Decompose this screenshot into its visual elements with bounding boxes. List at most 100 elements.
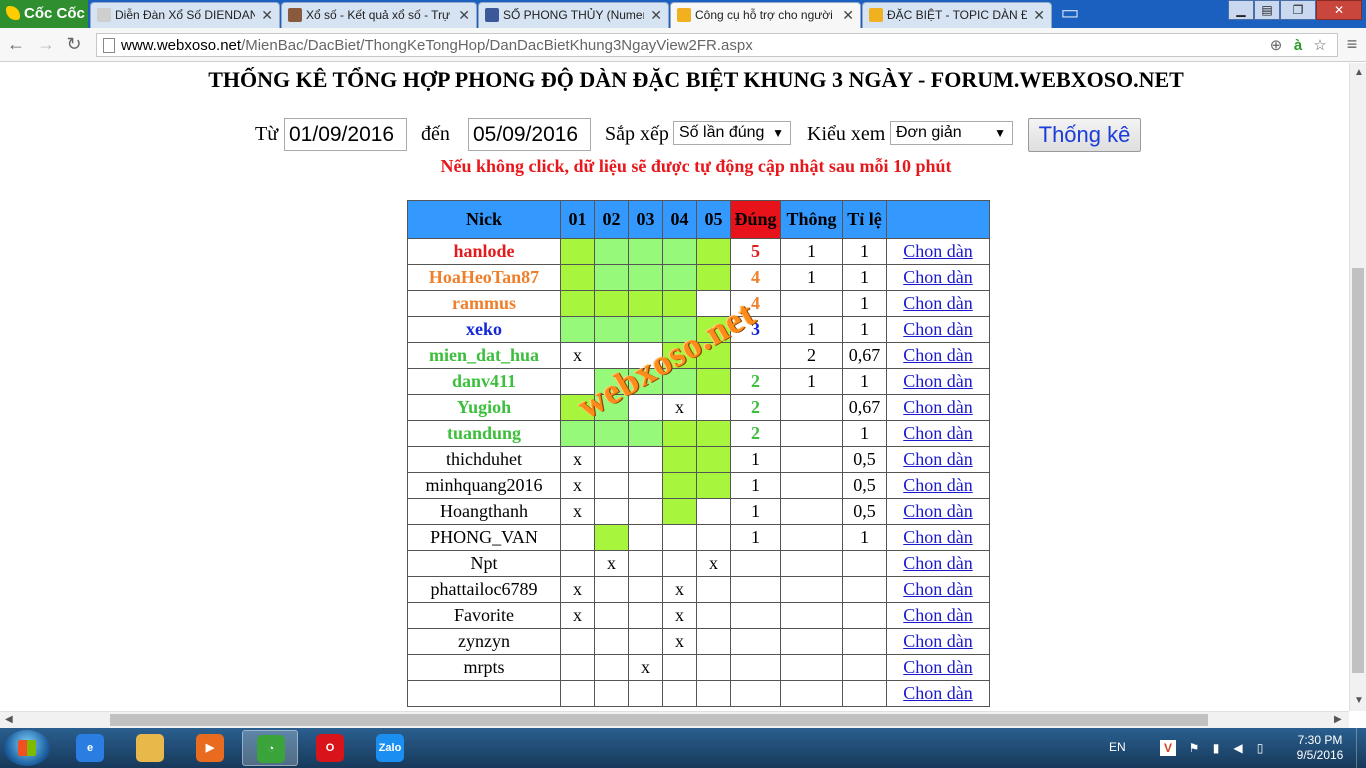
coccoc-logo[interactable]: Cốc Cốc: [0, 0, 88, 28]
day-cell-02: [594, 498, 629, 525]
tab-title: Công cụ hỗ trợ cho người: [695, 8, 833, 22]
header-nick: Nick: [407, 200, 561, 239]
table-row: zynzyn x Chon dàn: [407, 628, 990, 655]
back-icon[interactable]: ←: [6, 34, 26, 54]
media-player-icon: ▶: [196, 734, 224, 762]
tab-4[interactable]: Công cụ hỗ trợ cho người ✕: [670, 2, 861, 29]
chon-dan-link[interactable]: Chon dàn: [903, 579, 973, 599]
chon-dan-link[interactable]: Chon dàn: [903, 475, 973, 495]
chon-dan-link[interactable]: Chon dàn: [903, 683, 973, 703]
reload-icon[interactable]: ↻: [64, 34, 84, 54]
from-date-input[interactable]: 01/09/2016: [284, 118, 407, 151]
table-row: minhquang2016 x 1 0,5 Chon dàn: [407, 472, 990, 499]
ie-icon: e: [76, 734, 104, 762]
header-day-02: 02: [594, 200, 629, 239]
minimize-button[interactable]: ▁: [1228, 0, 1254, 20]
scroll-up-icon[interactable]: ▲: [1354, 67, 1364, 78]
bookmark-star-icon[interactable]: ☆: [1311, 37, 1329, 55]
chon-dan-link[interactable]: Chon dàn: [903, 527, 973, 547]
day-cell-03: [628, 498, 663, 525]
thong-cell: [780, 550, 843, 577]
day-cell-01: [560, 654, 595, 681]
volume-icon[interactable]: ◀: [1230, 740, 1246, 756]
thong-cell: 2: [780, 342, 843, 369]
action-cell: Chon dàn: [886, 394, 990, 421]
tab-1[interactable]: Diễn Đàn Xổ Số DIENDAN ✕: [90, 2, 280, 28]
tile-icon[interactable]: ▤: [1254, 0, 1280, 20]
vertical-scroll-thumb[interactable]: [1352, 268, 1364, 673]
chon-dan-link[interactable]: Chon dàn: [903, 553, 973, 573]
ti-le-cell: [842, 550, 887, 577]
tab-close-icon[interactable]: ✕: [650, 3, 662, 27]
taskbar-opera-browser[interactable]: O: [302, 730, 358, 766]
dung-cell: [730, 628, 781, 655]
view-select[interactable]: Đơn giản ▼: [890, 121, 1013, 145]
chon-dan-link[interactable]: Chon dàn: [903, 631, 973, 651]
language-indicator[interactable]: EN: [1109, 740, 1126, 754]
day-cell-02: [594, 654, 629, 681]
scroll-right-icon[interactable]: ▶: [1334, 714, 1342, 725]
scroll-down-icon[interactable]: ▼: [1354, 695, 1364, 706]
action-cell: Chon dàn: [886, 316, 990, 343]
flag-icon[interactable]: ⚑: [1186, 740, 1202, 756]
header-ti-le: Tỉ lệ: [842, 200, 887, 239]
sort-label: Sắp xếp: [605, 123, 669, 145]
taskbar-file-explorer[interactable]: [122, 730, 178, 766]
chon-dan-link[interactable]: Chon dàn: [903, 657, 973, 677]
chon-dan-link[interactable]: Chon dàn: [903, 371, 973, 391]
horizontal-scrollbar[interactable]: ◀ ▶: [0, 711, 1349, 728]
url-text[interactable]: www.webxoso.net/MienBac/DacBiet/ThongKeT…: [121, 37, 753, 54]
chon-dan-link[interactable]: Chon dàn: [903, 397, 973, 417]
show-desktop-button[interactable]: [1356, 728, 1366, 768]
coccoc-dict-icon[interactable]: à: [1289, 37, 1307, 55]
start-button[interactable]: [4, 730, 50, 766]
antivirus-icon[interactable]: V: [1160, 740, 1176, 756]
chon-dan-link[interactable]: Chon dàn: [903, 267, 973, 287]
tab-5[interactable]: ĐẶC BIỆT - TOPIC DÀN ĐẶ ✕: [862, 2, 1052, 28]
day-cell-03: [628, 550, 663, 577]
thong-ke-button[interactable]: Thống kê: [1028, 118, 1141, 152]
taskbar-zalo[interactable]: Zalo: [362, 730, 418, 766]
chon-dan-link[interactable]: Chon dàn: [903, 423, 973, 443]
new-tab-icon[interactable]: ▭: [1060, 3, 1080, 24]
tab-close-icon[interactable]: ✕: [261, 3, 273, 27]
action-cell: Chon dàn: [886, 420, 990, 447]
sort-select[interactable]: Số lần đúng ▼: [673, 121, 791, 145]
chon-dan-link[interactable]: Chon dàn: [903, 241, 973, 261]
day-cell-04: [662, 420, 697, 447]
to-date-input[interactable]: 05/09/2016: [468, 118, 591, 151]
scroll-left-icon[interactable]: ◀: [5, 714, 13, 725]
clock[interactable]: 7:30 PM 9/5/2016: [1290, 733, 1350, 763]
tab-close-icon[interactable]: ✕: [842, 3, 854, 27]
address-bar[interactable]: www.webxoso.net/MienBac/DacBiet/ThongKeT…: [96, 33, 1338, 57]
table-row: mrpts x Chon dàn: [407, 654, 990, 681]
action-cell: Chon dàn: [886, 602, 990, 629]
tab-3[interactable]: SỐ PHONG THỦY (Numer ✕: [478, 2, 669, 28]
tab-close-icon[interactable]: ✕: [458, 3, 470, 27]
nick-cell: danv411: [407, 368, 561, 395]
close-window-button[interactable]: ✕: [1316, 0, 1362, 20]
header-day-01: 01: [560, 200, 595, 239]
menu-icon[interactable]: ≡: [1342, 34, 1362, 54]
header-dung: Đúng: [730, 200, 781, 239]
taskbar-media-player[interactable]: ▶: [182, 730, 238, 766]
taskbar-internet-explorer[interactable]: e: [62, 730, 118, 766]
zoom-icon[interactable]: ⊕: [1267, 37, 1285, 55]
thong-cell: [780, 498, 843, 525]
tab-close-icon[interactable]: ✕: [1033, 3, 1045, 27]
tab-2[interactable]: Xổ số - Kết quả xổ số - Trự ✕: [281, 2, 477, 28]
chon-dan-link[interactable]: Chon dàn: [903, 605, 973, 625]
taskbar-coccoc-browser[interactable]: ◔: [242, 730, 298, 766]
chon-dan-link[interactable]: Chon dàn: [903, 293, 973, 313]
forward-icon[interactable]: →: [36, 34, 56, 54]
chon-dan-link[interactable]: Chon dàn: [903, 345, 973, 365]
battery-icon[interactable]: ▯: [1252, 740, 1268, 756]
day-cell-04: [662, 290, 697, 317]
chon-dan-link[interactable]: Chon dàn: [903, 319, 973, 339]
network-icon[interactable]: ▮: [1208, 740, 1224, 756]
chon-dan-link[interactable]: Chon dàn: [903, 501, 973, 521]
restore-button[interactable]: ❐: [1280, 0, 1316, 20]
horizontal-scroll-thumb[interactable]: [110, 714, 1208, 726]
vertical-scrollbar[interactable]: ▲ ▼: [1349, 63, 1366, 711]
chon-dan-link[interactable]: Chon dàn: [903, 449, 973, 469]
